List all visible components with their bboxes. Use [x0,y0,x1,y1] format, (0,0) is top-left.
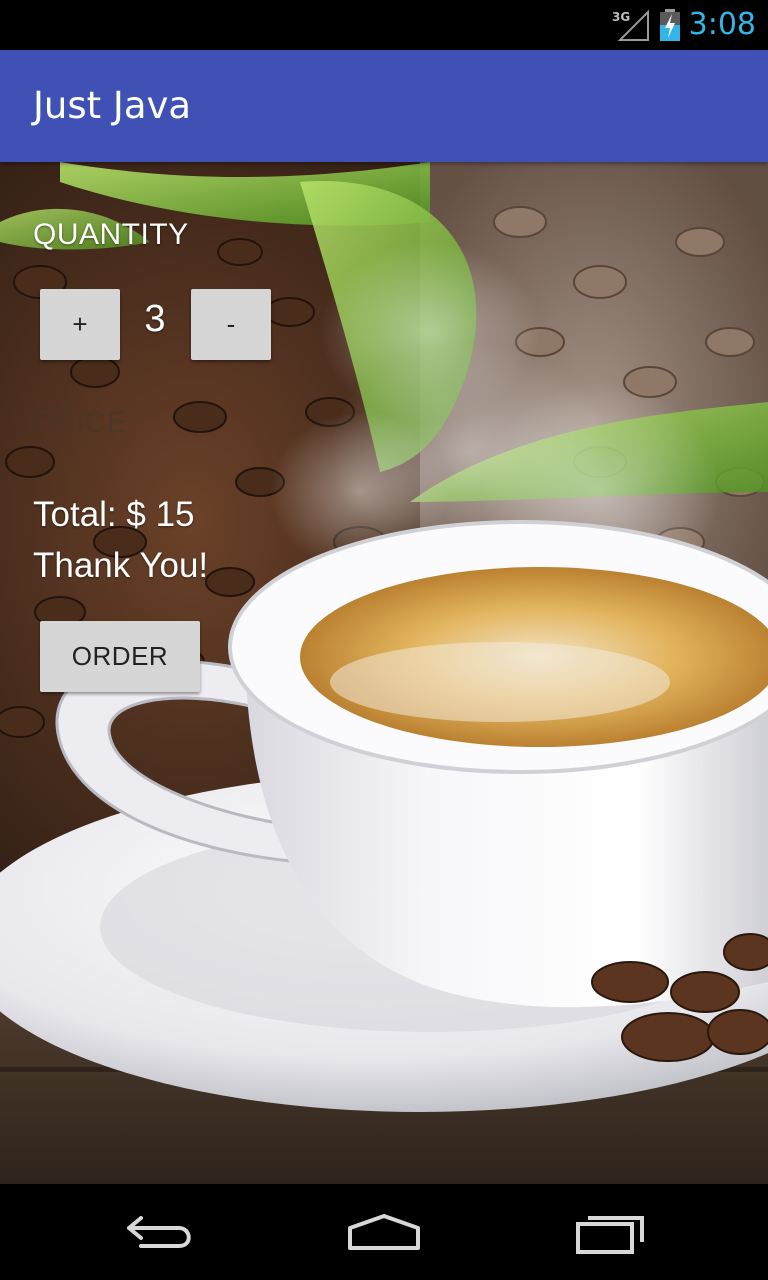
navigation-bar [0,1184,768,1280]
decrement-button[interactable]: - [191,289,271,360]
thank-you-text: Thank You! [33,546,209,585]
recents-icon[interactable] [562,1206,658,1258]
svg-text:3G: 3G [612,10,630,24]
price-label: PRICE [33,406,128,439]
quantity-value: 3 [144,298,166,340]
phone-screen: 3G 3:08 Just Java QUANTITY + 3 - PRICE T… [0,0,768,1280]
app-bar: Just Java [0,50,768,162]
order-total-text: Total: $ 15 [33,495,195,534]
home-icon[interactable] [336,1206,432,1258]
order-content: QUANTITY + 3 - PRICE Total: $ 15 Thank Y… [0,162,768,1184]
app-title: Just Java [33,84,192,127]
order-button[interactable]: ORDER [40,621,200,692]
back-icon[interactable] [111,1206,207,1258]
status-clock: 3:08 [688,7,756,42]
increment-button[interactable]: + [40,289,120,360]
quantity-label: QUANTITY [33,218,189,251]
status-bar: 3G 3:08 [0,0,768,50]
battery-charging-icon [660,9,680,41]
signal-icon: 3G [612,9,649,41]
